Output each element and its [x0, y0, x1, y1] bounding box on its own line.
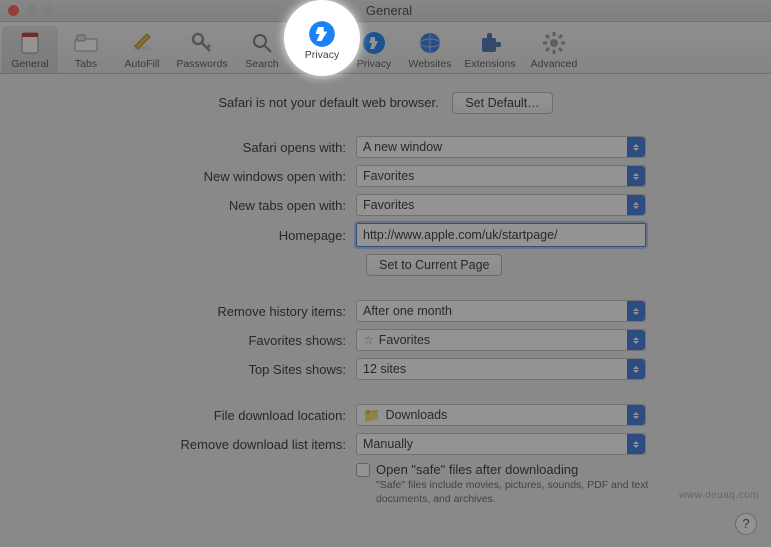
download-location-select[interactable]: 📁Downloads: [356, 404, 646, 426]
tab-extensions[interactable]: Extensions: [458, 26, 522, 73]
search-icon: [247, 30, 277, 56]
preferences-window: General General Tabs AutoFill Passwords: [0, 0, 771, 547]
tab-search[interactable]: Search: [234, 26, 290, 73]
chevron-updown-icon: [627, 434, 645, 454]
new-windows-select[interactable]: Favorites: [356, 165, 646, 187]
tab-websites[interactable]: Websites: [402, 26, 458, 73]
tab-advanced[interactable]: Advanced: [522, 26, 586, 73]
preferences-toolbar: General Tabs AutoFill Passwords Search: [0, 22, 771, 74]
homepage-input[interactable]: http://www.apple.com/uk/startpage/: [356, 223, 646, 247]
download-location-label: File download location:: [40, 408, 356, 423]
chevron-updown-icon: [627, 166, 645, 186]
tabs-icon: [71, 30, 101, 56]
extensions-icon: [475, 30, 505, 56]
tab-general[interactable]: General: [2, 26, 58, 73]
set-current-page-button[interactable]: Set to Current Page: [366, 254, 502, 276]
opens-with-label: Safari opens with:: [40, 140, 356, 155]
remove-downloads-select[interactable]: Manually: [356, 433, 646, 455]
remove-downloads-label: Remove download list items:: [40, 437, 356, 452]
opens-with-select[interactable]: A new window: [356, 136, 646, 158]
help-button[interactable]: ?: [735, 513, 757, 535]
homepage-label: Homepage:: [40, 228, 356, 243]
new-windows-label: New windows open with:: [40, 169, 356, 184]
watermark: www.deuaq.com: [679, 490, 759, 501]
advanced-icon: [539, 30, 569, 56]
titlebar: General: [0, 0, 771, 22]
chevron-updown-icon: [627, 195, 645, 215]
default-browser-message: Safari is not your default web browser.: [218, 95, 438, 110]
window-title: General: [15, 3, 763, 18]
new-tabs-select[interactable]: Favorites: [356, 194, 646, 216]
passwords-icon: [187, 30, 217, 56]
favorites-shows-select[interactable]: ☆Favorites: [356, 329, 646, 351]
general-icon: [15, 30, 45, 56]
autofill-icon: [127, 30, 157, 56]
open-safe-files-label: Open "safe" files after downloading "Saf…: [376, 462, 656, 506]
topsites-shows-select[interactable]: 12 sites: [356, 358, 646, 380]
default-browser-row: Safari is not your default web browser. …: [40, 92, 731, 114]
set-default-button[interactable]: Set Default…: [452, 92, 552, 114]
remove-history-select[interactable]: After one month: [356, 300, 646, 322]
privacy-icon: [359, 30, 389, 56]
privacy-icon: [307, 21, 337, 47]
preferences-body: Safari is not your default web browser. …: [0, 74, 771, 526]
topsites-shows-label: Top Sites shows:: [40, 362, 356, 377]
chevron-updown-icon: [627, 359, 645, 379]
open-safe-files-hint: "Safe" files include movies, pictures, s…: [376, 479, 656, 506]
folder-icon: 📁: [363, 408, 380, 422]
new-tabs-label: New tabs open with:: [40, 198, 356, 213]
websites-icon: [415, 30, 445, 56]
chevron-updown-icon: [627, 301, 645, 321]
chevron-updown-icon: [627, 137, 645, 157]
chevron-updown-icon: [627, 330, 645, 350]
remove-history-label: Remove history items:: [40, 304, 356, 319]
tab-autofill[interactable]: AutoFill: [114, 26, 170, 73]
open-safe-files-checkbox[interactable]: [356, 463, 370, 477]
chevron-updown-icon: [627, 405, 645, 425]
favorites-shows-label: Favorites shows:: [40, 333, 356, 348]
tab-passwords[interactable]: Passwords: [170, 26, 234, 73]
privacy-spotlight: Privacy: [284, 0, 360, 76]
star-icon: ☆: [363, 333, 374, 347]
tab-tabs[interactable]: Tabs: [58, 26, 114, 73]
